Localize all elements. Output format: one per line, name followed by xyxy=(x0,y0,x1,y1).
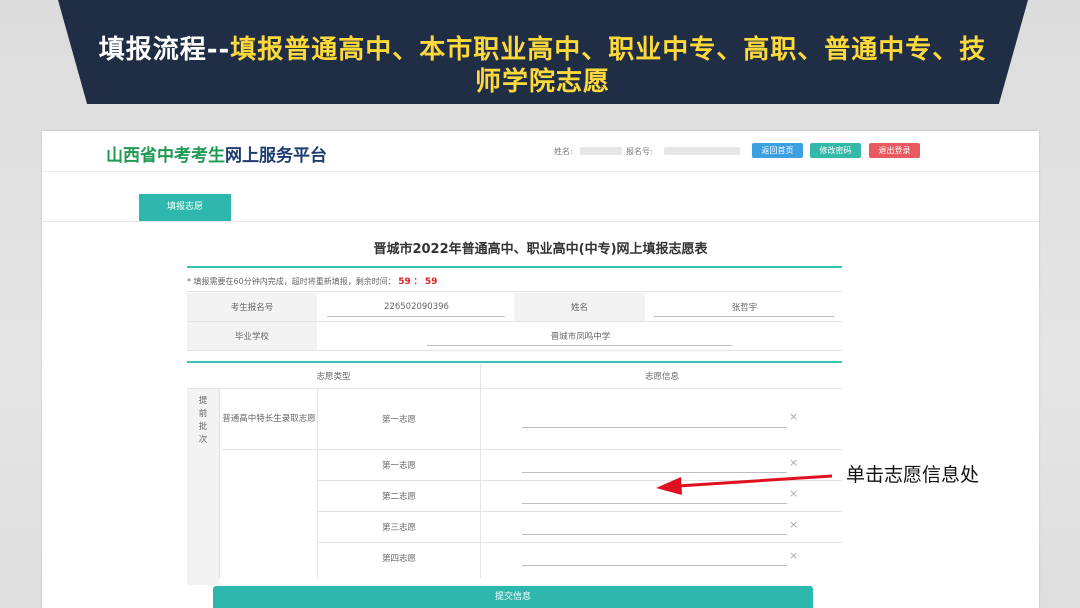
red-arrow-icon xyxy=(656,474,833,495)
annotation-label: 单击志愿信息处 xyxy=(846,464,980,486)
